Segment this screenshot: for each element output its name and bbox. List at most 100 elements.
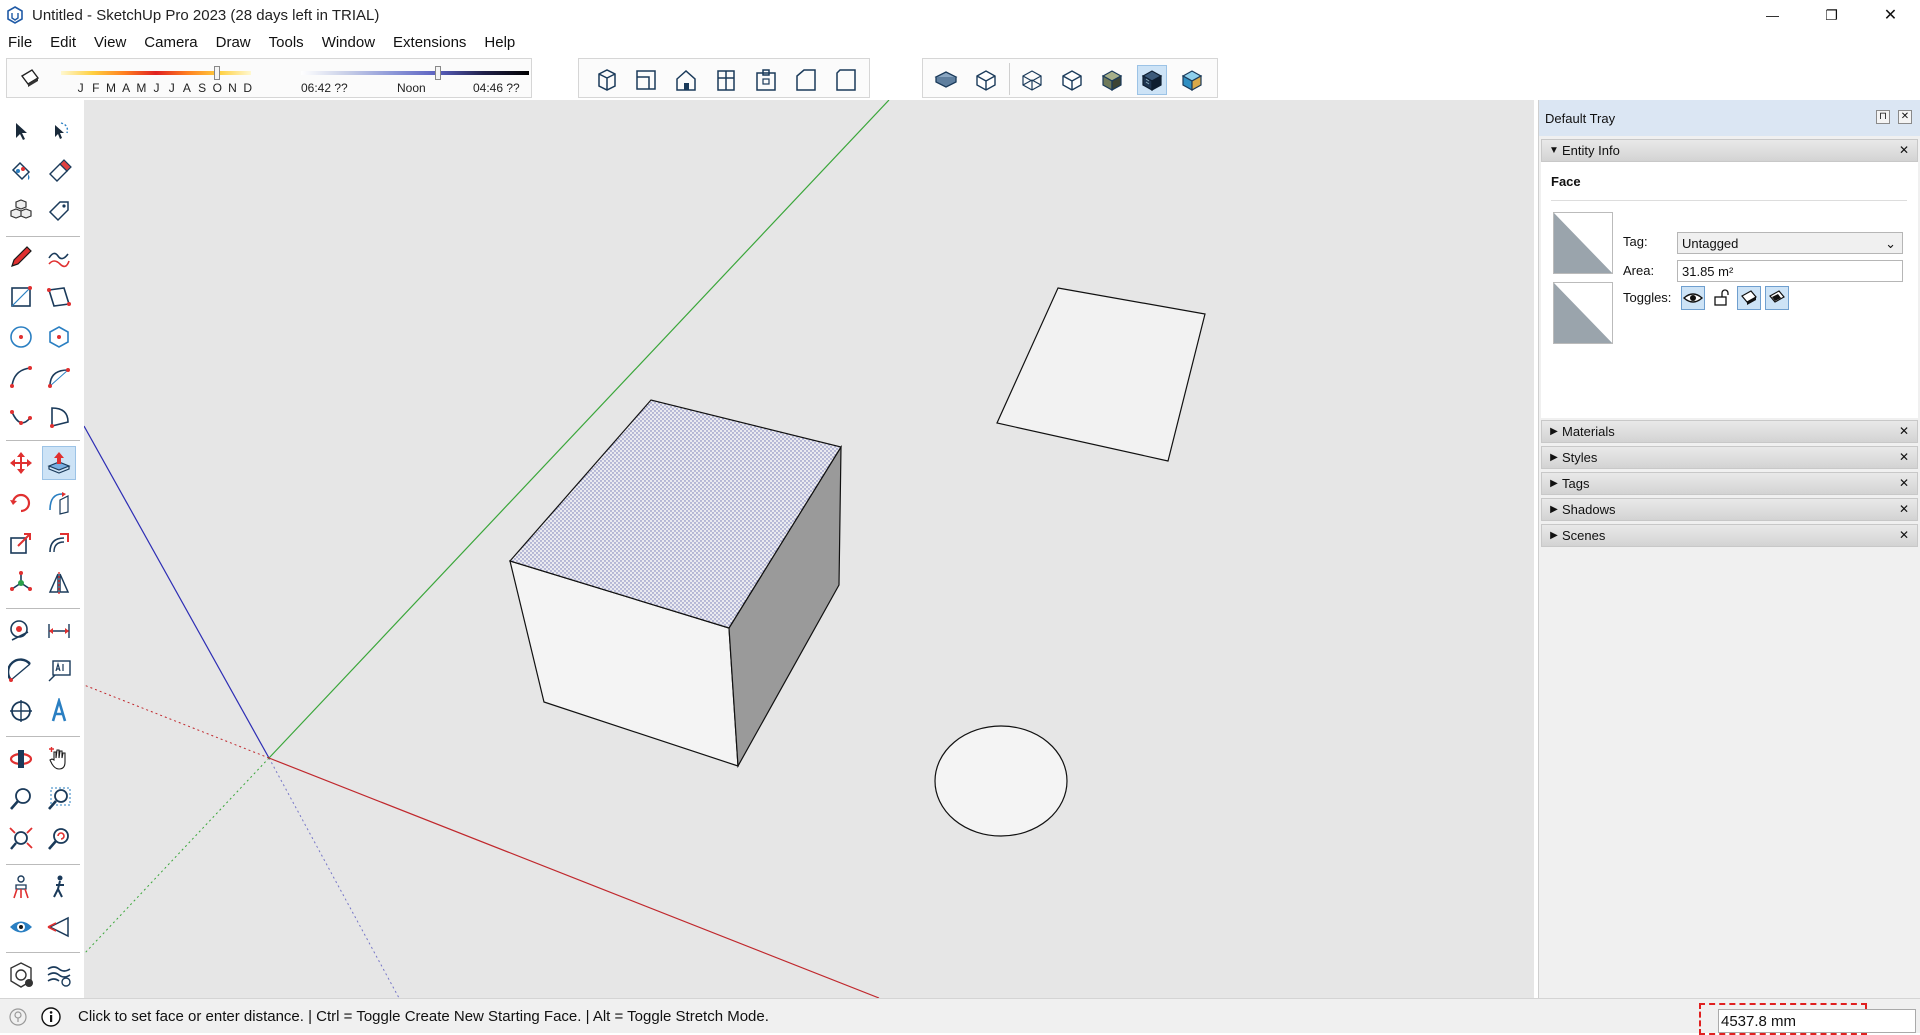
zoom-extents-button[interactable] [4,822,38,856]
entity-info-panel-header[interactable]: ▼ Entity Info ✕ [1541,139,1918,162]
top-view-button[interactable] [631,65,661,95]
scenes-panel-header[interactable]: ▶ Scenes ✕ [1541,524,1918,547]
drawing-viewport[interactable] [84,100,1534,998]
position-camera-button[interactable] [4,870,38,904]
left-view-button[interactable] [791,65,821,95]
menu-tools[interactable]: Tools [260,34,313,51]
time-slider[interactable] [301,66,529,80]
tray-pin-button[interactable]: ⊓ [1876,110,1890,124]
close-button[interactable]: ✕ [1861,0,1920,30]
pan-tool-button[interactable] [42,742,76,776]
tags-panel-header[interactable]: ▶ Tags ✕ [1541,472,1918,495]
panel-close-icon[interactable]: ✕ [1899,424,1909,438]
arc-tool-button[interactable] [4,360,38,394]
menu-edit[interactable]: Edit [41,34,85,51]
shaded-with-textures-button[interactable] [1137,65,1167,95]
menu-file[interactable]: File [0,34,41,51]
back-material-swatch[interactable] [1553,282,1613,344]
rotate-tool-button[interactable] [4,486,38,520]
flip-tool-button[interactable] [42,566,76,600]
front-view-button[interactable] [671,65,701,95]
panel-close-icon[interactable]: ✕ [1899,502,1909,516]
make-component-button[interactable] [4,194,38,228]
shaded-button[interactable] [1097,65,1127,95]
menu-camera[interactable]: Camera [135,34,206,51]
panel-close-icon[interactable]: ✕ [1899,450,1909,464]
position-texture-button[interactable] [4,566,38,600]
text-tool-button[interactable] [42,654,76,688]
two-point-arc-button[interactable] [42,360,76,394]
eraser-button[interactable] [42,154,76,188]
tape-measure-button[interactable] [4,614,38,648]
push-pull-button[interactable] [42,446,76,480]
previous-view-button[interactable] [42,822,76,856]
protractor-button[interactable] [4,654,38,688]
walk-tool-button[interactable] [42,870,76,904]
panel-close-icon[interactable]: ✕ [1899,476,1909,490]
pie-tool-button[interactable] [42,400,76,434]
follow-me-button[interactable] [42,486,76,520]
move-tool-button[interactable] [4,446,38,480]
menu-view[interactable]: View [85,34,135,51]
menu-help[interactable]: Help [475,34,524,51]
restore-button[interactable]: ❐ [1802,0,1861,30]
look-around-button[interactable] [4,910,38,944]
three-point-arc-button[interactable] [4,400,38,434]
orbit-tool-button[interactable] [4,742,38,776]
area-field[interactable]: 31.85 m² [1677,260,1903,282]
extension-warehouse-button[interactable] [4,958,38,992]
date-slider-thumb[interactable] [213,66,220,80]
rectangle-tool-button[interactable] [4,280,38,314]
visibility-toggle[interactable] [1681,286,1705,310]
iso-view-button[interactable] [591,65,621,95]
dimension-tool-button[interactable] [42,614,76,648]
shadows-panel-header[interactable]: ▶ Shadows ✕ [1541,498,1918,521]
axes-tool-button[interactable] [4,694,38,728]
monochrome-button[interactable] [1177,65,1207,95]
materials-panel-header[interactable]: ▶ Materials ✕ [1541,420,1918,443]
offset-tool-button[interactable] [42,526,76,560]
wireframe-button[interactable] [1017,65,1047,95]
circle-tool-button[interactable] [4,320,38,354]
freehand-tool-button[interactable] [42,240,76,274]
back-edges-button[interactable] [971,65,1001,95]
panel-close-icon[interactable]: ✕ [1899,143,1909,157]
date-slider[interactable] [61,66,251,80]
bottom-view-button[interactable] [831,65,861,95]
cast-shadows-toggle[interactable] [1737,286,1761,310]
menu-window[interactable]: Window [313,34,384,51]
3d-text-button[interactable] [42,694,76,728]
polygon-tool-button[interactable] [42,320,76,354]
zoom-window-button[interactable] [42,782,76,816]
menu-extensions[interactable]: Extensions [384,34,475,51]
info-icon[interactable] [40,1006,62,1028]
measurements-input[interactable]: 4537.8 mm [1718,1009,1916,1033]
back-view-button[interactable] [751,65,781,95]
select-tool-button[interactable] [4,114,38,148]
xray-button[interactable] [931,65,961,95]
lasso-tool-button[interactable] [42,114,76,148]
tag-tool-button[interactable] [42,194,76,228]
model-canvas[interactable] [84,100,1534,998]
right-view-button[interactable] [711,65,741,95]
rectangle-face[interactable] [996,287,1206,462]
menu-draw[interactable]: Draw [207,34,260,51]
section-plane-button[interactable] [42,910,76,944]
tray-close-button[interactable]: ✕ [1898,110,1912,124]
rotated-rectangle-button[interactable] [42,280,76,314]
scale-tool-button[interactable] [4,526,38,560]
line-tool-button[interactable] [4,240,38,274]
paint-bucket-button[interactable] [4,154,38,188]
minimize-button[interactable]: — [1743,0,1802,30]
zoom-tool-button[interactable] [4,782,38,816]
tag-dropdown[interactable]: Untagged ⌄ [1677,232,1903,254]
hidden-line-button[interactable] [1057,65,1087,95]
receive-shadows-toggle[interactable] [1765,286,1789,310]
shadows-toggle-button[interactable] [15,63,45,93]
front-material-swatch[interactable] [1553,212,1613,274]
lock-toggle[interactable] [1709,286,1733,310]
circle-face[interactable] [934,725,1068,837]
3d-warehouse-button[interactable] [42,958,76,992]
styles-panel-header[interactable]: ▶ Styles ✕ [1541,446,1918,469]
panel-close-icon[interactable]: ✕ [1899,528,1909,542]
